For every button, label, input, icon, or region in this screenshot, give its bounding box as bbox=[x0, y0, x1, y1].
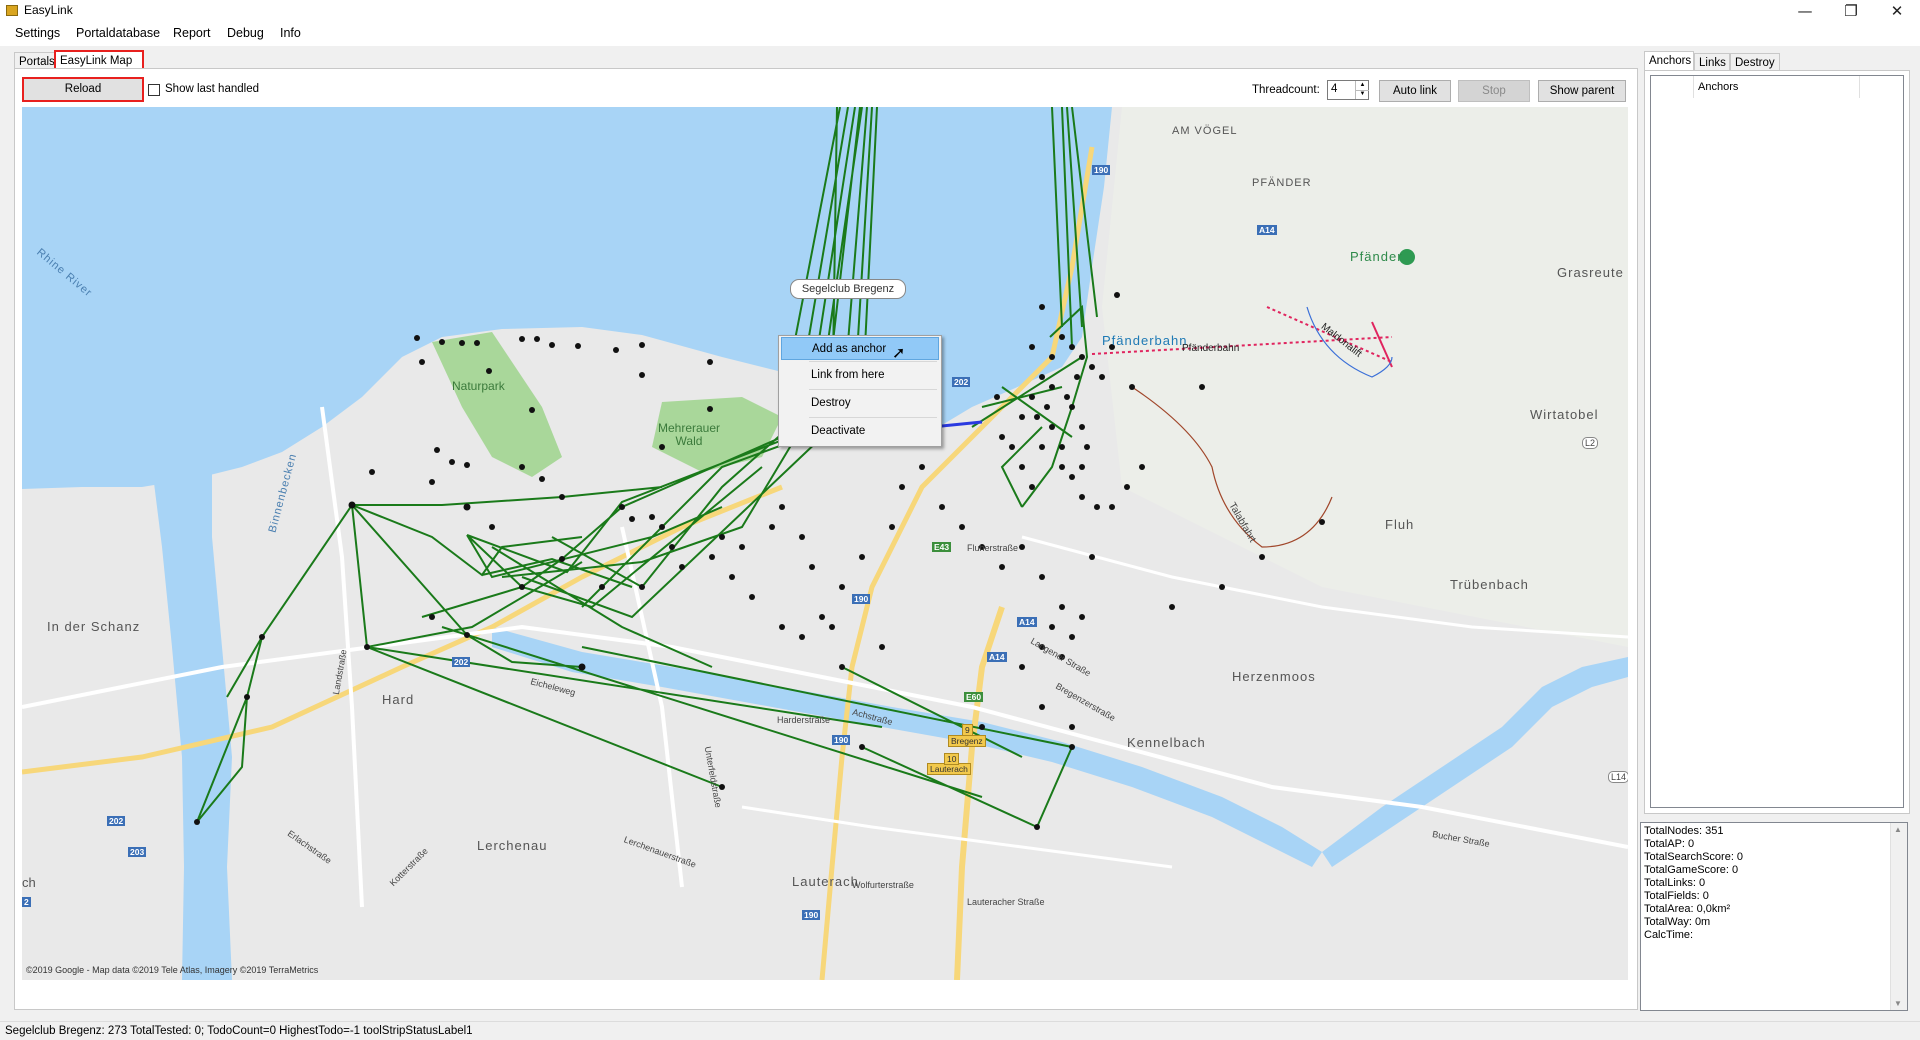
map-label-wirtatobel: Wirtatobel bbox=[1530, 407, 1599, 422]
map-label-pfanderbahn: Pfänderbahn bbox=[1102, 333, 1188, 348]
map-label-lauterach: Lauterach bbox=[792, 874, 859, 889]
menu-info[interactable]: Info bbox=[276, 26, 305, 40]
shield-203: 203 bbox=[128, 847, 147, 857]
shield-e43: E43 bbox=[932, 542, 952, 552]
shield-190-top: 190 bbox=[1092, 165, 1111, 175]
map-label-pfander-area: PFÄNDER bbox=[1252, 177, 1312, 189]
restore-icon[interactable]: ❐ bbox=[1828, 0, 1874, 22]
threadcount-label: Threadcount: bbox=[1252, 84, 1320, 96]
naturpark-area bbox=[432, 332, 562, 477]
anchors-column-header[interactable]: Anchors bbox=[1698, 81, 1738, 93]
portal-context-menu: Add as anchor Link from here Destroy Dea… bbox=[778, 335, 942, 447]
stat-total-search-score: TotalSearchScore: 0 bbox=[1644, 851, 1744, 863]
portal-tooltip: Segelclub Bregenz bbox=[790, 279, 906, 299]
map-label-grasreute: Grasreute bbox=[1557, 265, 1624, 280]
app-icon bbox=[6, 5, 18, 16]
tab-destroy[interactable]: Destroy bbox=[1730, 53, 1780, 71]
menu-report[interactable]: Report bbox=[169, 26, 215, 40]
map-label-in-der-schanz: In der Schanz bbox=[47, 619, 141, 634]
menu-settings[interactable]: Settings bbox=[11, 26, 64, 40]
map-label-trubenbach: Trübenbach bbox=[1450, 577, 1529, 592]
map-label-herzenmoos: Herzenmoos bbox=[1232, 669, 1316, 684]
map-label-lerchenau: Lerchenau bbox=[477, 838, 548, 853]
stat-calc-time: CalcTime: bbox=[1644, 929, 1694, 941]
tab-easylink-map[interactable]: EasyLink Map bbox=[54, 50, 144, 70]
menu-bar: Settings Portaldatabase Report Debug Inf… bbox=[0, 22, 1920, 46]
scroll-up-icon[interactable]: ▲ bbox=[1894, 825, 1902, 834]
map-label-am-vogel: AM VÖGEL bbox=[1172, 125, 1238, 137]
shield-202-low: 202 bbox=[107, 816, 126, 826]
auto-link-button[interactable]: Auto link bbox=[1379, 80, 1451, 102]
stats-scrollbar[interactable]: ▲ ▼ bbox=[1890, 823, 1907, 1010]
shield-202-mid: 202 bbox=[452, 657, 471, 667]
stepper-down-icon[interactable]: ▼ bbox=[1355, 90, 1369, 99]
map-canvas[interactable] bbox=[22, 107, 1628, 980]
stat-total-game-score: TotalGameScore: 0 bbox=[1644, 864, 1739, 876]
menu-destroy[interactable]: Destroy bbox=[781, 392, 939, 415]
map-label-bregenz-city: Bregenz bbox=[948, 735, 986, 747]
stat-total-area: TotalArea: 0,0km² bbox=[1644, 903, 1731, 915]
map-attribution: ©2019 Google - Map data ©2019 Tele Atlas… bbox=[26, 965, 319, 975]
scroll-down-icon[interactable]: ▼ bbox=[1894, 999, 1902, 1008]
tab-links[interactable]: Links bbox=[1694, 53, 1730, 71]
title-bar: EasyLink — ❐ ✕ bbox=[0, 0, 1920, 22]
shield-190-low: 190 bbox=[832, 735, 851, 745]
menu-portaldatabase[interactable]: Portaldatabase bbox=[72, 26, 164, 40]
shield-l14: L14 bbox=[1608, 771, 1628, 783]
map-label-wolfurterstrasse: Wolfurterstraße bbox=[852, 880, 914, 890]
shield-9: 9 bbox=[962, 724, 973, 736]
menu-separator bbox=[809, 361, 937, 362]
stat-total-way: TotalWay: 0m bbox=[1644, 916, 1711, 928]
minimize-icon[interactable]: — bbox=[1782, 0, 1828, 22]
map-label-fluh: Fluh bbox=[1385, 517, 1415, 532]
shield-e60: E60 bbox=[964, 692, 984, 702]
map-label-naturpark: Naturpark bbox=[452, 379, 505, 393]
menu-deactivate[interactable]: Deactivate bbox=[781, 420, 939, 443]
show-parent-button[interactable]: Show parent bbox=[1538, 80, 1626, 102]
show-last-handled-label: Show last handled bbox=[165, 83, 259, 95]
map-label-mehrerauer-wald: Mehrerauer Wald bbox=[657, 421, 721, 448]
status-bar: Segelclub Bregenz: 273 TotalTested: 0; T… bbox=[0, 1021, 1920, 1040]
window-title: EasyLink bbox=[24, 3, 73, 17]
menu-debug[interactable]: Debug bbox=[223, 26, 268, 40]
stat-total-nodes: TotalNodes: 351 bbox=[1644, 825, 1724, 837]
menu-separator bbox=[809, 417, 937, 418]
close-icon[interactable]: ✕ bbox=[1874, 0, 1920, 22]
stat-total-fields: TotalFields: 0 bbox=[1644, 890, 1709, 902]
shield-a14-top: A14 bbox=[1257, 225, 1277, 235]
map-label-harderstrasse: Harderstraße bbox=[777, 715, 831, 725]
map-label-fluherstrasse: Fluherstraße bbox=[967, 543, 1019, 553]
shield-a14-mid: A14 bbox=[987, 652, 1007, 662]
stat-total-ap: TotalAP: 0 bbox=[1644, 838, 1695, 850]
shield-202-city: 202 bbox=[952, 377, 971, 387]
stat-total-links: TotalLinks: 0 bbox=[1644, 877, 1706, 889]
threadcount-stepper[interactable]: 4 ▲ ▼ bbox=[1327, 80, 1369, 100]
reload-button[interactable]: Reload bbox=[22, 77, 144, 102]
tab-anchors[interactable]: Anchors bbox=[1644, 51, 1694, 71]
stats-textbox[interactable]: TotalNodes: 351 TotalAP: 0 TotalSearchSc… bbox=[1640, 822, 1908, 1011]
map-label-edge: ch bbox=[22, 875, 36, 890]
menu-link-from-here[interactable]: Link from here bbox=[781, 364, 939, 387]
shield-a14-low: A14 bbox=[1017, 617, 1037, 627]
map-label-kennelbach: Kennelbach bbox=[1127, 735, 1206, 750]
menu-add-as-anchor[interactable]: Add as anchor bbox=[781, 337, 939, 360]
map-label-pfanderbahn-line: Pfänderbahn bbox=[1182, 343, 1240, 354]
show-last-handled-checkbox[interactable] bbox=[148, 84, 160, 96]
shield-2-edge: 2 bbox=[22, 897, 31, 907]
shield-l2: L2 bbox=[1582, 437, 1599, 449]
anchors-list[interactable]: Anchors bbox=[1650, 75, 1904, 808]
menu-separator bbox=[809, 389, 937, 390]
threadcount-value: 4 bbox=[1331, 83, 1338, 95]
mouse-pointer-icon: ➚ bbox=[892, 343, 906, 362]
map-label-pfander: Pfänder bbox=[1350, 249, 1403, 264]
map-view[interactable]: AM VÖGEL PFÄNDER Pfänder Grasreute Pfänd… bbox=[22, 107, 1628, 980]
shield-190-bot: 190 bbox=[802, 910, 821, 920]
shield-10: 10 bbox=[944, 753, 960, 765]
shield-190-mid: 190 bbox=[852, 594, 871, 604]
map-label-lauteracher-strasse: Lauteracher Straße bbox=[967, 897, 1045, 907]
map-label-hard: Hard bbox=[382, 692, 415, 707]
stop-button[interactable]: Stop bbox=[1458, 80, 1530, 102]
